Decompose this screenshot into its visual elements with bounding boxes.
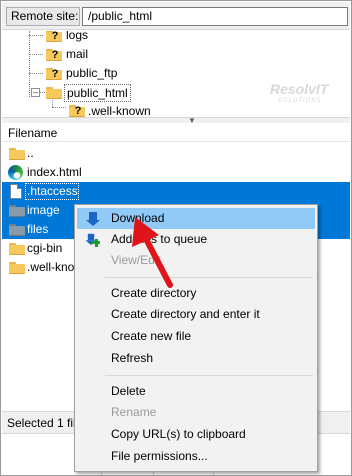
- folder-icon: [9, 148, 25, 160]
- folder-question-icon: ?: [46, 31, 62, 42]
- menu-item-label: View/Edit: [111, 253, 161, 267]
- menu-item-create-directory[interactable]: Create directory: [77, 283, 315, 304]
- menu-item-refresh[interactable]: Refresh: [77, 348, 315, 369]
- file-row-parent[interactable]: ..: [2, 144, 350, 163]
- file-row-index-html[interactable]: index.html: [2, 163, 350, 182]
- context-menu: Download Add files to queue View/Edit Cr…: [74, 204, 318, 472]
- remote-directory-tree: ? logs ? mail ? public_ftp – public_html…: [2, 31, 350, 117]
- menu-separator: [105, 375, 313, 376]
- file-name: .htaccess: [27, 184, 78, 198]
- tree-item-label: public_html: [64, 84, 131, 102]
- remote-site-bar: Remote site: /public_html: [2, 2, 350, 30]
- column-header-label: Filename: [8, 126, 58, 140]
- column-header-filename[interactable]: Filename: [2, 123, 350, 142]
- file-row-htaccess[interactable]: .htaccess: [2, 182, 350, 201]
- file-name: image: [27, 203, 60, 217]
- menu-item-label: Rename: [111, 405, 157, 419]
- menu-item-download[interactable]: Download: [77, 208, 315, 229]
- menu-item-create-new-file[interactable]: Create new file: [77, 326, 315, 347]
- menu-item-view-edit[interactable]: View/Edit: [77, 250, 315, 271]
- menu-item-rename[interactable]: Rename: [77, 402, 315, 423]
- tree-item-mail[interactable]: ? mail: [2, 45, 350, 64]
- menu-item-file-permissions[interactable]: File permissions...: [77, 446, 315, 467]
- file-name: .well-kno: [27, 260, 75, 274]
- folder-question-icon: ?: [46, 68, 62, 80]
- folder-icon: [9, 205, 25, 217]
- menu-item-label: Create new file: [111, 329, 192, 343]
- menu-item-label: Refresh: [111, 351, 154, 365]
- menu-item-create-directory-enter[interactable]: Create directory and enter it: [77, 304, 315, 325]
- file-name: ..: [27, 146, 34, 160]
- file-name: files: [27, 222, 49, 236]
- tree-item-logs[interactable]: ? logs: [2, 31, 350, 45]
- folder-icon: [9, 224, 25, 236]
- menu-item-label: Copy URL(s) to clipboard: [111, 427, 246, 441]
- file-name: index.html: [27, 165, 82, 179]
- remote-site-label: Remote site:: [6, 7, 80, 26]
- folder-icon: [9, 243, 25, 255]
- resolvit-watermark-logo: ResolvIT SOLUTIONS: [270, 81, 340, 111]
- menu-item-label: Download: [111, 211, 165, 225]
- menu-item-label: File permissions...: [111, 449, 208, 463]
- menu-item-add-to-queue[interactable]: Add files to queue: [77, 229, 315, 250]
- add-to-queue-icon: [85, 232, 101, 248]
- watermark-subtext: SOLUTIONS: [278, 98, 322, 104]
- folder-open-icon: [46, 87, 62, 99]
- watermark-text: ResolvIT: [270, 81, 329, 97]
- tree-item-label: logs: [66, 31, 89, 42]
- edge-browser-icon: [8, 165, 23, 180]
- tree-item-label: public_ftp: [66, 66, 118, 80]
- document-icon: [10, 184, 22, 199]
- menu-item-copy-urls[interactable]: Copy URL(s) to clipboard: [77, 424, 315, 445]
- menu-item-delete[interactable]: Delete: [77, 381, 315, 402]
- menu-item-label: Create directory: [111, 286, 197, 300]
- folder-question-icon: ?: [46, 49, 62, 61]
- folder-question-icon: ?: [69, 105, 85, 117]
- tree-item-label: .well-known: [88, 104, 151, 117]
- download-arrow-icon: [85, 211, 101, 227]
- filezilla-remote-panel: Remote site: /public_html ? logs ? mail …: [0, 0, 352, 476]
- collapse-toggle-icon[interactable]: –: [31, 88, 40, 97]
- folder-icon: [9, 262, 25, 274]
- menu-item-label: Add files to queue: [111, 232, 208, 246]
- menu-item-label: Create directory and enter it: [111, 307, 260, 321]
- tree-item-label: mail: [66, 47, 89, 61]
- menu-separator: [105, 277, 313, 278]
- menu-item-label: Delete: [111, 384, 146, 398]
- remote-site-path-input[interactable]: /public_html: [82, 7, 348, 26]
- status-text: Selected 1 fil: [7, 416, 76, 430]
- file-name: cgi-bin: [27, 241, 63, 255]
